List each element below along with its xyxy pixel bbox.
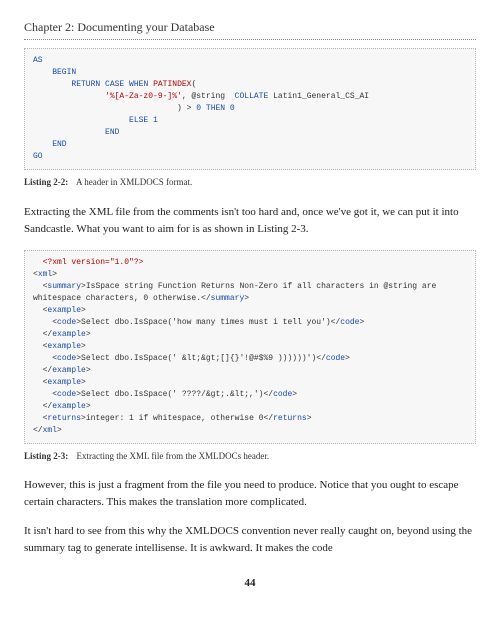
summary-open: <summary> — [43, 282, 86, 291]
paren-open: ( — [191, 80, 196, 89]
returns-close: </returns> — [263, 414, 311, 423]
page: Chapter 2: Documenting your Database AS … — [0, 0, 500, 610]
example2-open: <example> — [43, 342, 86, 351]
page-number: 44 — [24, 575, 476, 592]
kw-as: AS — [33, 56, 43, 65]
listing-caption-text: A header in XMLDOCS format. — [76, 177, 192, 187]
ex1-text: Select dbo.IsSpace('how many times must … — [81, 318, 331, 327]
fn-patindex: PATINDEX — [153, 80, 191, 89]
kw-return: RETURN — [71, 80, 100, 89]
str-pattern: '%[A-Za-z0-9-]%' — [105, 92, 182, 101]
example2-close: </example> — [43, 366, 91, 375]
num-zero: 0 — [196, 104, 201, 113]
listing-2-3-caption: Listing 2-3: Extracting the XML file fro… — [24, 450, 476, 464]
kw-end1: END — [105, 128, 119, 137]
var-string: @string — [191, 92, 225, 101]
kw-else: ELSE — [129, 116, 148, 125]
kw-collate: COLLATE — [235, 92, 269, 101]
comma: , — [182, 92, 187, 101]
num-one: 1 — [153, 116, 158, 125]
chapter-title: Chapter 2: Documenting your Database — [24, 18, 476, 36]
code3-close: </code> — [263, 390, 297, 399]
listing-2-2-caption: Listing 2-2: A header in XMLDOCS format. — [24, 176, 476, 190]
example3-close: </example> — [43, 402, 91, 411]
kw-when: WHEN — [129, 80, 148, 89]
kw-end2: END — [52, 140, 66, 149]
example1-close: </example> — [43, 330, 91, 339]
collation: Latin1_General_CS_AI — [273, 92, 369, 101]
code1-open: <code> — [52, 318, 81, 327]
paren-close: ) — [177, 104, 182, 113]
xml-close: </xml> — [33, 426, 62, 435]
example3-open: <example> — [43, 378, 86, 387]
kw-go: GO — [33, 152, 43, 161]
dotted-rule — [24, 39, 476, 40]
example1-open: <example> — [43, 306, 86, 315]
code2-open: <code> — [52, 354, 81, 363]
code-listing-2-3: <?xml version="1.0"?> <xml> <summary>IsS… — [24, 250, 476, 444]
listing-label: Listing 2-2: — [24, 177, 68, 187]
code-listing-2-2: AS BEGIN RETURN CASE WHEN PATINDEX( '%[A… — [24, 48, 476, 170]
summary-close: </summary> — [201, 294, 249, 303]
ex3-text: Select dbo.IsSpace(' ????/&gt;.&lt;,') — [81, 390, 263, 399]
paragraph-1: Extracting the XML file from the comment… — [24, 204, 476, 238]
num-zero2: 0 — [230, 104, 235, 113]
kw-begin: BEGIN — [52, 68, 76, 77]
listing-caption-text-2: Extracting the XML file from the XMLDOCs… — [77, 451, 270, 461]
returns-open: <returns> — [43, 414, 86, 423]
xml-header: <?xml version="1.0"?> — [43, 258, 144, 267]
gt: > — [187, 104, 192, 113]
paragraph-3: It isn't hard to see from this why the X… — [24, 523, 476, 557]
xml-open: <xml> — [33, 270, 57, 279]
code3-open: <code> — [52, 390, 81, 399]
paragraph-2: However, this is just a fragment from th… — [24, 477, 476, 511]
code1-close: </code> — [331, 318, 365, 327]
kw-case: CASE — [105, 80, 124, 89]
ex2-text: Select dbo.IsSpace(' &lt;&gt;[]{}'!@#$%9… — [81, 354, 316, 363]
returns-text: integer: 1 if whitespace, otherwise 0 — [86, 414, 264, 423]
code2-close: </code> — [316, 354, 350, 363]
kw-then: THEN — [206, 104, 225, 113]
listing-label-2: Listing 2-3: — [24, 451, 68, 461]
